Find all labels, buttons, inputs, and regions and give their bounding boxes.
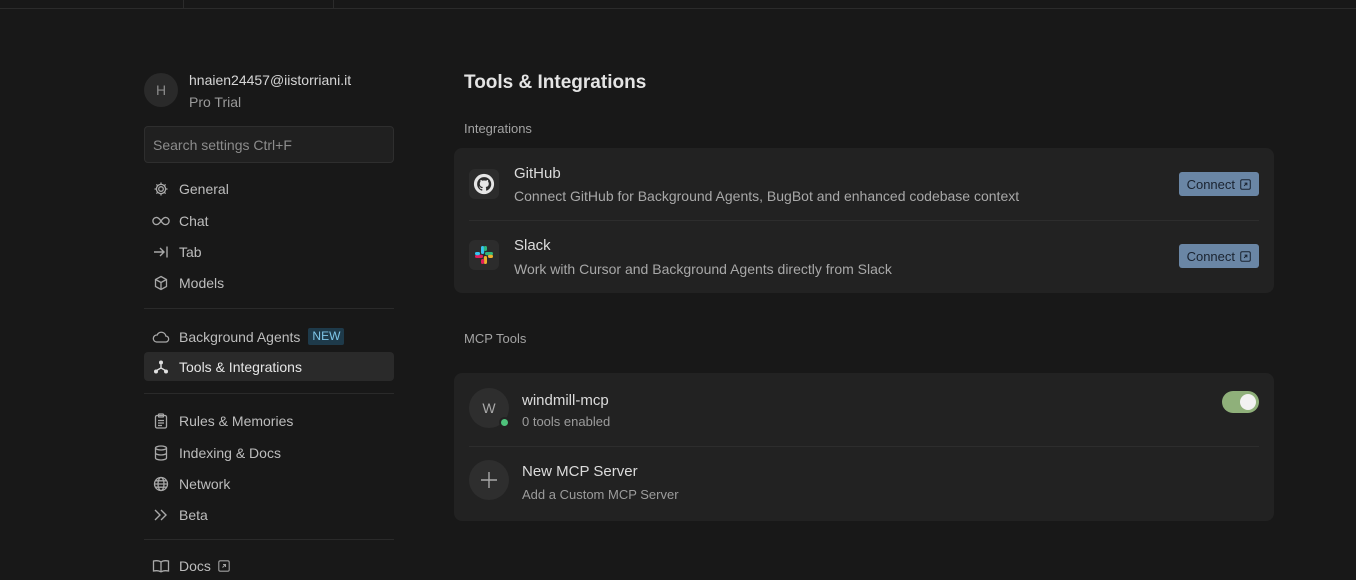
cube-icon [152, 274, 170, 292]
integration-row-github: GitHub Connect GitHub for Background Age… [454, 148, 1274, 220]
sidebar-item-general[interactable]: General [144, 174, 394, 203]
integrations-card: GitHub Connect GitHub for Background Age… [454, 148, 1274, 293]
mcp-initial: W [482, 400, 496, 416]
sidebar-divider [144, 393, 394, 394]
tab-divider [333, 0, 334, 9]
gear-icon [152, 180, 170, 198]
sidebar-divider [144, 539, 394, 540]
sidebar-item-beta[interactable]: Beta [144, 500, 394, 529]
sidebar-item-label: Docs [179, 557, 211, 574]
integration-name: GitHub [514, 165, 561, 182]
external-link-icon [1240, 250, 1251, 262]
account-email: hnaien24457@iistorriani.it [189, 72, 352, 88]
sidebar-item-label: Indexing & Docs [179, 444, 281, 461]
mcp-card: W windmill-mcp 0 tools enabled New MCP S… [454, 373, 1274, 521]
sidebar-item-label: Tools & Integrations [179, 358, 302, 375]
mcp-server-status: 0 tools enabled [522, 414, 611, 429]
sidebar-item-label: Tab [179, 243, 202, 260]
sidebar-item-tab[interactable]: Tab [144, 237, 394, 266]
integration-description: Work with Cursor and Background Agents d… [514, 261, 892, 277]
integrations-section-label: Integrations [464, 121, 532, 136]
sidebar-item-models[interactable]: Models [144, 268, 394, 297]
toggle-knob [1240, 394, 1256, 410]
status-online-icon [499, 417, 510, 428]
nodes-icon [152, 358, 170, 376]
new-mcp-server-title: New MCP Server [522, 463, 638, 480]
integration-name: Slack [514, 237, 551, 254]
account-info: H hnaien24457@iistorriani.it Pro Trial [144, 70, 394, 114]
sidebar-item-label: Beta [179, 506, 208, 523]
external-link-icon [218, 559, 230, 572]
account-plan: Pro Trial [189, 94, 242, 110]
sidebar-item-chat[interactable]: Chat [144, 206, 394, 235]
mcp-section-label: MCP Tools [464, 331, 527, 346]
sidebar-item-label: Models [179, 274, 225, 291]
double-chevron-right-icon [152, 506, 170, 524]
mcp-server-name: windmill-mcp [522, 392, 609, 409]
sidebar-item-label: Network [179, 475, 231, 492]
main-content: Tools & Integrations Integrations GitHub… [454, 0, 1284, 578]
sidebar-item-indexing-docs[interactable]: Indexing & Docs [144, 438, 394, 467]
arrow-right-bar-icon [152, 243, 170, 261]
book-icon [152, 557, 170, 575]
connect-label: Connect [1186, 176, 1235, 192]
avatar: H [144, 73, 178, 107]
plus-icon [469, 460, 509, 500]
avatar: W [469, 388, 510, 428]
mcp-server-toggle[interactable] [1222, 391, 1259, 413]
search-input[interactable] [144, 126, 394, 163]
new-mcp-server-subtitle: Add a Custom MCP Server [522, 487, 679, 502]
sidebar-item-background-agents[interactable]: Background Agents NEW [144, 322, 394, 351]
page-title: Tools & Integrations [464, 72, 647, 93]
integration-description: Connect GitHub for Background Agents, Bu… [514, 188, 1020, 204]
infinity-icon [152, 212, 170, 230]
clipboard-icon [152, 412, 170, 430]
new-badge: NEW [308, 328, 345, 345]
sidebar-item-label: Chat [179, 212, 209, 229]
connect-slack-button[interactable]: Connect [1178, 244, 1259, 268]
cloud-icon [152, 328, 170, 346]
sidebar-divider [144, 308, 394, 309]
slack-icon [469, 240, 499, 270]
sidebar-item-label: General [179, 180, 229, 197]
sidebar-item-label: Background Agents [179, 328, 301, 345]
tab-strip-item[interactable] [183, 0, 333, 9]
globe-icon [152, 475, 170, 493]
sidebar-item-network[interactable]: Network [144, 469, 394, 498]
sidebar-item-tools-integrations[interactable]: Tools & Integrations [144, 352, 394, 381]
connect-label: Connect [1186, 248, 1235, 264]
sidebar-item-rules-memories[interactable]: Rules & Memories [144, 406, 394, 435]
settings-sidebar: H hnaien24457@iistorriani.it Pro Trial G… [144, 70, 394, 574]
integration-row-slack: Slack Work with Cursor and Background Ag… [454, 221, 1274, 293]
mcp-server-row[interactable]: W windmill-mcp 0 tools enabled [454, 373, 1274, 446]
sidebar-item-label: Rules & Memories [179, 412, 294, 429]
external-link-icon [1240, 178, 1251, 190]
github-icon [469, 169, 499, 199]
new-mcp-server-row[interactable]: New MCP Server Add a Custom MCP Server [454, 447, 1274, 521]
connect-github-button[interactable]: Connect [1178, 172, 1259, 196]
database-icon [152, 444, 170, 462]
sidebar-item-docs[interactable]: Docs [144, 551, 394, 580]
